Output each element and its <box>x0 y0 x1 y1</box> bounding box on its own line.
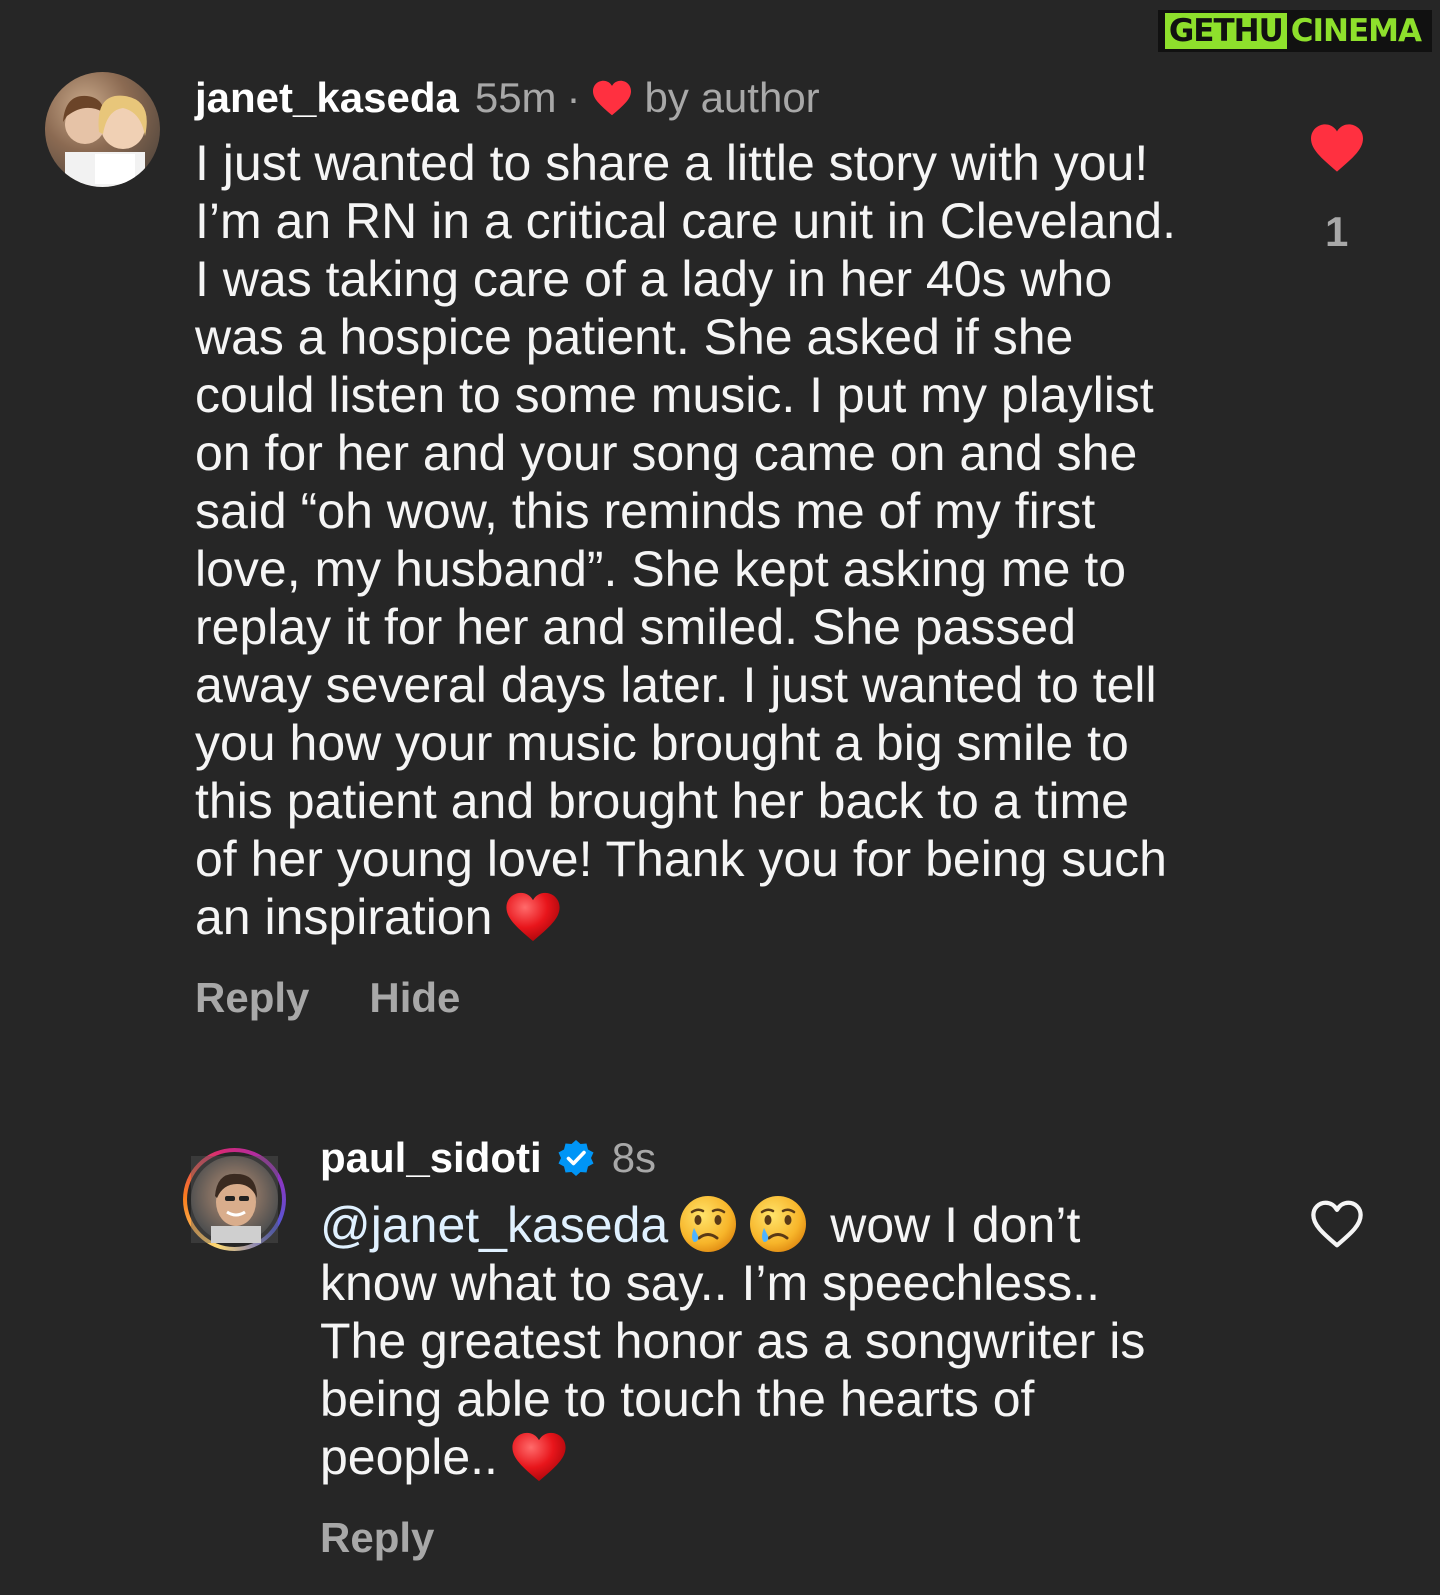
liked-by-author-label: by author <box>644 74 820 121</box>
heart-filled-icon[interactable] <box>1308 122 1366 174</box>
avatar-janet[interactable] <box>45 72 160 187</box>
crying-face-emoji <box>750 1196 807 1252</box>
comment-body: I just wanted to share a little story wi… <box>195 135 1176 945</box>
avatar-ring-gap <box>187 1152 282 1247</box>
crying-face-emoji <box>680 1196 737 1252</box>
reply-button[interactable]: Reply <box>320 1514 434 1562</box>
comments-screen: GETHU CINEMA janet_kaseda 55m · by autho… <box>0 0 1440 1595</box>
red-heart-emoji <box>512 1432 566 1482</box>
avatar-paul <box>191 1156 278 1246</box>
heart-filled-icon <box>592 80 631 116</box>
like-count[interactable]: 1 <box>1325 208 1348 256</box>
avatar-paul-story-ring[interactable] <box>183 1148 286 1251</box>
comment-actions: Reply Hide <box>195 974 1235 1022</box>
avatar-paul-photo <box>191 1156 278 1246</box>
hide-button[interactable]: Hide <box>369 974 460 1022</box>
red-heart-emoji <box>506 892 561 942</box>
comment-paul: paul_sidoti 8s @janet_kaseda wow I don’t… <box>320 1130 1240 1562</box>
comment-username[interactable]: paul_sidoti <box>320 1130 542 1186</box>
comment-body-rest: know what to say.. I’m speechless.. The … <box>320 1255 1146 1485</box>
avatar-janet-photo <box>63 95 147 187</box>
mention-link[interactable]: @janet_kaseda <box>320 1197 668 1253</box>
comment-body-line1: wow I don’t <box>830 1197 1081 1253</box>
comment-timestamp: 55m <box>474 74 557 121</box>
verified-badge-icon <box>558 1140 594 1176</box>
watermark-part-a: GETHU <box>1164 13 1287 49</box>
heart-outline-icon[interactable] <box>1308 1198 1366 1250</box>
meta-separator: · <box>566 74 581 121</box>
reply-button[interactable]: Reply <box>195 974 309 1022</box>
comment-actions: Reply <box>320 1514 1240 1562</box>
comment-text: I just wanted to share a little story wi… <box>195 134 1235 946</box>
comment-meta: janet_kaseda 55m · by author <box>195 70 1235 126</box>
watermark-part-b: CINEMA <box>1286 13 1425 49</box>
watermark-logo: GETHU CINEMA <box>1157 10 1432 52</box>
comment-username[interactable]: janet_kaseda <box>195 70 459 126</box>
comment-meta: paul_sidoti 8s <box>320 1130 1240 1186</box>
comment-timestamp: 8s <box>611 1134 657 1181</box>
comment-text: @janet_kaseda wow I don’t know what to s… <box>320 1194 1240 1486</box>
comment-janet: janet_kaseda 55m · by author I just want… <box>195 70 1235 1022</box>
